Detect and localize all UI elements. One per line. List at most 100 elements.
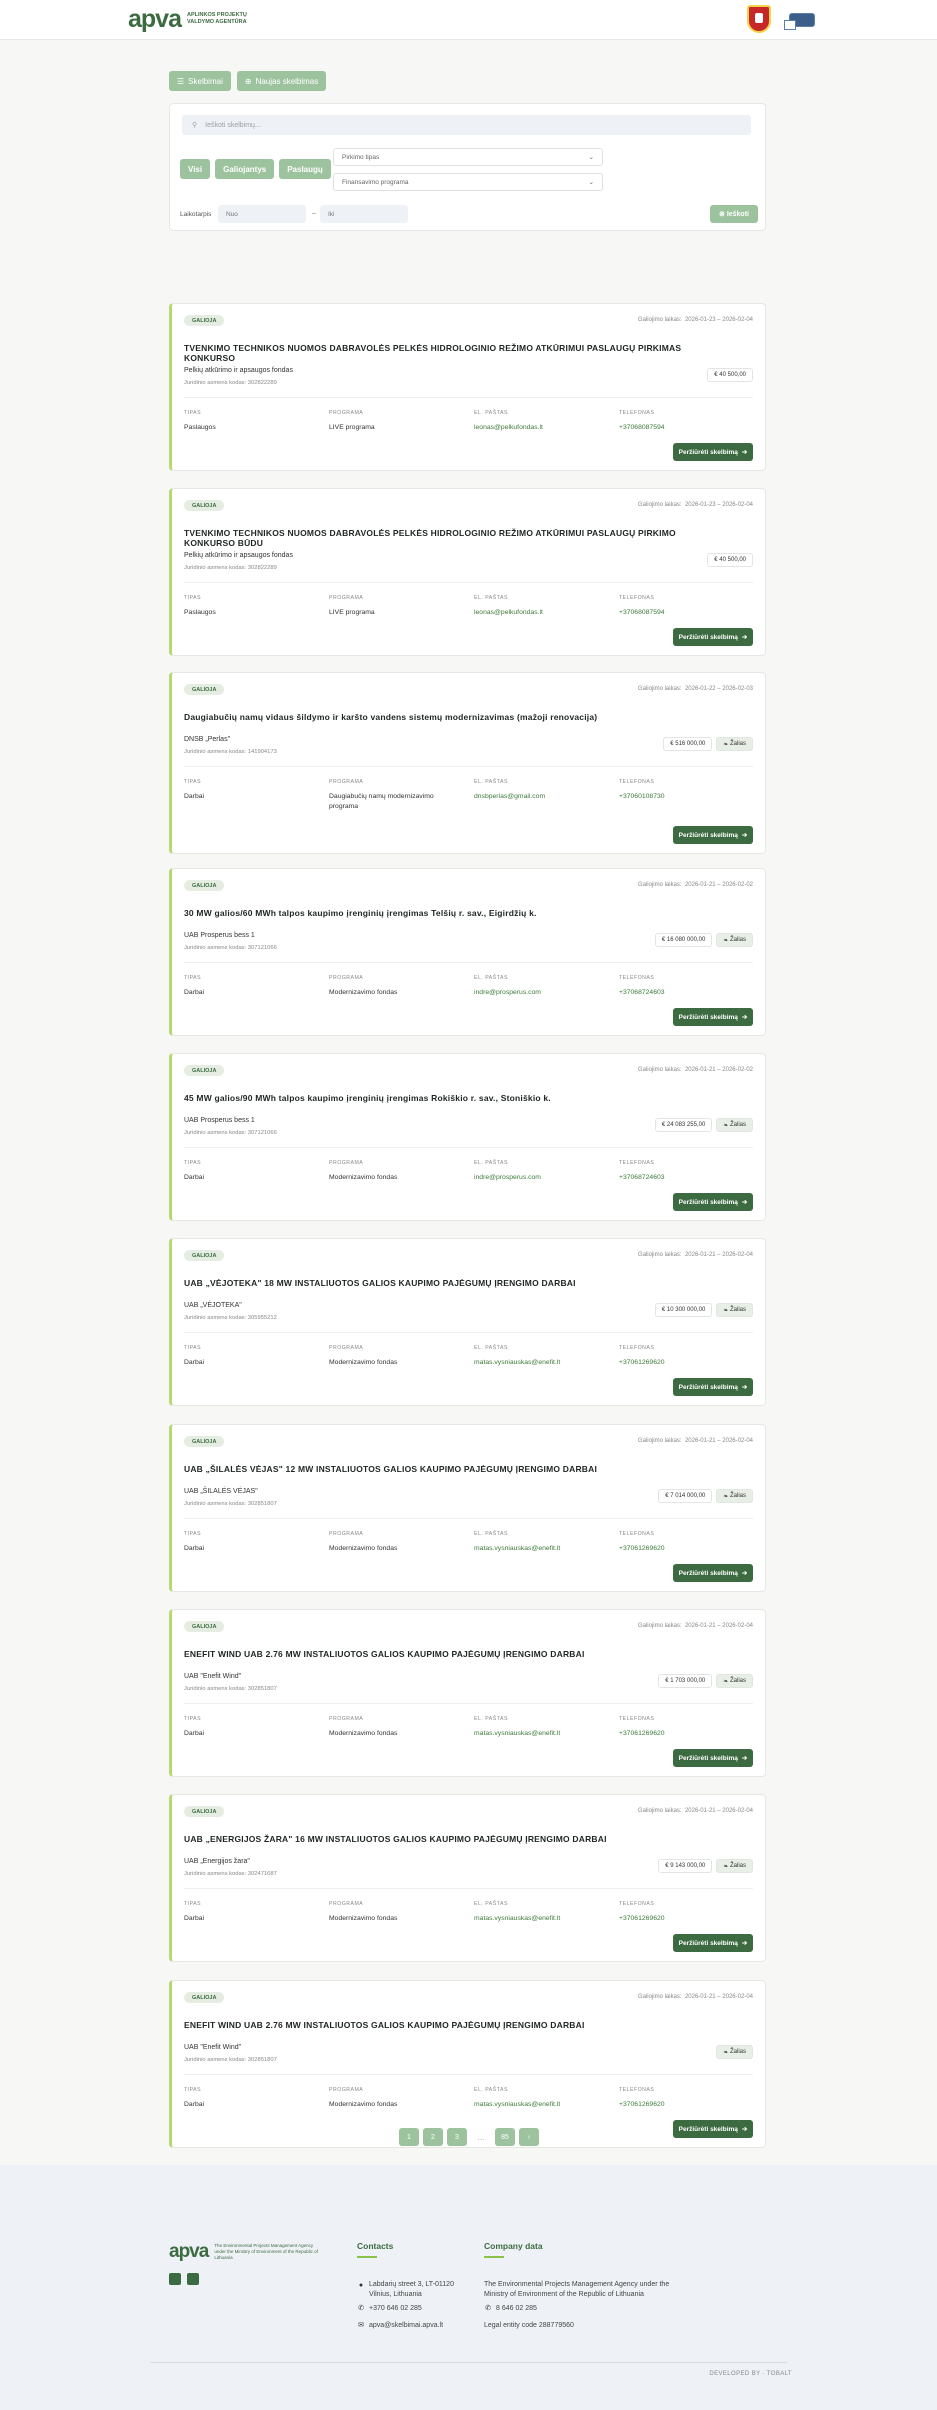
phone-link[interactable]: +37060108730 xyxy=(619,792,749,802)
phone-link[interactable]: +37061269620 xyxy=(619,1544,749,1554)
footer-phone[interactable]: +370 646 02 285 xyxy=(369,2304,422,2314)
announcement-title[interactable]: TVENKIMO TECHNIKOS NUOMOS DABRAVOLĖS PEL… xyxy=(184,343,724,363)
email-label: EL. PAŠTAS xyxy=(474,779,508,785)
next-page-button[interactable]: › xyxy=(519,2128,539,2146)
phone-link[interactable]: +37068724603 xyxy=(619,988,749,998)
phone-link[interactable]: +37061269620 xyxy=(619,1358,749,1368)
view-announcement-button[interactable]: Peržiūrėti skelbimą ➔ xyxy=(673,628,753,646)
deadline-value: 2026-01-21 – 2026-02-02 xyxy=(684,1067,753,1073)
tab-announcements[interactable]: ☰ Skelbimai xyxy=(169,71,231,91)
announcement-title[interactable]: TVENKIMO TECHNIKOS NUOMOS DABRAVOLĖS PEL… xyxy=(184,528,724,548)
deadline-label: Galiojimo laikas: xyxy=(637,1994,682,2000)
amount-tag: € 9 143 000,00 xyxy=(658,1859,713,1873)
view-button-label: Peržiūrėti skelbimą xyxy=(678,448,738,456)
status-badge: GALIOJA xyxy=(184,500,225,511)
email-link[interactable]: leonas@pelkufondas.lt xyxy=(474,608,604,618)
phone-link[interactable]: +37068724603 xyxy=(619,1173,749,1183)
organization-name: DNSB „Perlas" xyxy=(184,736,231,743)
page-3-button[interactable]: 3 xyxy=(447,2128,467,2146)
developer-credit[interactable]: DEVELOPED BY · TOBALT xyxy=(709,2371,792,2377)
search-input[interactable]: ⚲ Ieškoti skelbimų... xyxy=(182,115,751,135)
announcement-title[interactable]: 45 MW galios/90 MWh talpos kaupimo įreng… xyxy=(184,1093,724,1103)
email-link[interactable]: matas.vysniauskas@enefit.lt xyxy=(474,2100,604,2110)
filter-valid-button[interactable]: Galiojantys xyxy=(215,159,275,179)
announcement-title[interactable]: 30 MW galios/60 MWh talpos kaupimo įreng… xyxy=(184,908,724,918)
list-icon: ☰ xyxy=(177,76,185,86)
phone-link[interactable]: +37061269620 xyxy=(619,2100,749,2110)
facebook-icon[interactable] xyxy=(169,2273,181,2285)
leaf-icon: ❧ xyxy=(723,1863,730,1870)
program-value: Modernizavimo fondas xyxy=(329,989,398,996)
view-announcement-button[interactable]: Peržiūrėti skelbimą ➔ xyxy=(673,2120,753,2138)
view-announcement-button[interactable]: Peržiūrėti skelbimą ➔ xyxy=(673,1193,753,1211)
page-1-button[interactable]: 1 xyxy=(399,2128,419,2146)
view-announcement-button[interactable]: Peržiūrėti skelbimą ➔ xyxy=(673,1008,753,1026)
view-announcement-button[interactable]: Peržiūrėti skelbimą ➔ xyxy=(673,443,753,461)
search-button[interactable]: ⊗ Ieškoti xyxy=(710,205,758,223)
email-label: EL. PAŠTAS xyxy=(474,1901,508,1907)
select-value: Pirkimo tipas xyxy=(342,153,380,161)
view-announcement-button[interactable]: Peržiūrėti skelbimą ➔ xyxy=(673,826,753,844)
program-value: LIVE programa xyxy=(329,609,375,616)
green-procurement-tag: ❧ Žalias xyxy=(716,1303,753,1317)
filter-all-button[interactable]: Visi xyxy=(180,159,211,179)
last-page-button[interactable]: 85 xyxy=(495,2128,515,2146)
deadline-label: Galiojimo laikas: xyxy=(637,1067,682,1073)
funding-program-select[interactable]: Finansavimo programa ⌄ xyxy=(333,173,603,191)
announcement-title[interactable]: UAB „ŠILALĖS VĖJAS" 12 MW INSTALIUOTOS G… xyxy=(184,1464,724,1474)
view-button-label: Peržiūrėti skelbimą xyxy=(678,2125,738,2133)
footer-email[interactable]: apva@skelbimai.apva.lt xyxy=(369,2321,443,2331)
view-announcement-button[interactable]: Peržiūrėti skelbimą ➔ xyxy=(673,1564,753,1582)
phone-label: TELEFONAS xyxy=(619,779,655,785)
email-link[interactable]: indre@prosperus.com xyxy=(474,1173,604,1183)
email-link[interactable]: indre@prosperus.com xyxy=(474,988,604,998)
email-label: EL. PAŠTAS xyxy=(474,1160,508,1166)
logo-subtitle: APLINKOS PROJEKTŲ VALDYMO AGENTŪRA xyxy=(186,12,247,25)
company-phone[interactable]: 8 646 02 285 xyxy=(496,2304,537,2314)
phone-link[interactable]: +37061269620 xyxy=(619,1914,749,1924)
email-link[interactable]: matas.vysniauskas@enefit.lt xyxy=(474,1544,604,1554)
date-from-input[interactable]: Nuo xyxy=(218,205,306,223)
view-announcement-button[interactable]: Peržiūrėti skelbimą ➔ xyxy=(673,1378,753,1396)
view-button-label: Peržiūrėti skelbimą xyxy=(678,633,738,641)
email-link[interactable]: matas.vysniauskas@enefit.lt xyxy=(474,1729,604,1739)
announcement-title[interactable]: UAB „VĖJOTEKA" 18 MW INSTALIUOTOS GALIOS… xyxy=(184,1278,724,1288)
email-link[interactable]: matas.vysniauskas@enefit.lt xyxy=(474,1914,604,1924)
legal-code: Juridinio asmens kodas: 307121066 xyxy=(184,1130,277,1136)
footer-logo[interactable]: apva The Environmental Projects Manageme… xyxy=(169,2239,324,2265)
email-link[interactable]: matas.vysniauskas@enefit.lt xyxy=(474,1358,604,1368)
leaf-icon: ❧ xyxy=(723,1493,730,1500)
card-tags: ❧ Žalias xyxy=(716,2045,753,2059)
apva-logo[interactable]: apva APLINKOS PROJEKTŲ VALDYMO AGENTŪRA xyxy=(128,6,257,32)
announcement-title[interactable]: UAB „ENERGIJOS ŽARA" 16 MW INSTALIUOTOS … xyxy=(184,1834,724,1844)
phone-link[interactable]: +37068087594 xyxy=(619,608,749,618)
green-tag-label: Žalias xyxy=(729,1678,746,1684)
phone-label: TELEFONAS xyxy=(619,1345,655,1351)
date-to-input[interactable]: Iki xyxy=(320,205,408,223)
filter-services-button[interactable]: Paslaugų xyxy=(279,159,331,179)
announcement-card: GALIOJA Galiojimo laikas: 2026-01-21 – 2… xyxy=(169,1424,766,1592)
email-link[interactable]: dnsbperlas@gmail.com xyxy=(474,792,604,802)
announcement-title[interactable]: ENEFIT WIND UAB 2.76 MW INSTALIUOTOS GAL… xyxy=(184,1649,724,1659)
program-label: PROGRAMA xyxy=(329,595,364,601)
announcement-title[interactable]: Daugiabučių namų vidaus šildymo ir karšt… xyxy=(184,712,724,722)
email-link[interactable]: leonas@pelkufondas.lt xyxy=(474,423,604,433)
procurement-type-select[interactable]: Pirkimo tipas ⌄ xyxy=(333,148,603,166)
amount-tag: € 1 703 000,00 xyxy=(658,1674,713,1688)
phone-link[interactable]: +37068087594 xyxy=(619,423,749,433)
view-announcement-button[interactable]: Peržiūrėti skelbimą ➔ xyxy=(673,1749,753,1767)
phone-link[interactable]: +37061269620 xyxy=(619,1729,749,1739)
card-divider xyxy=(184,1703,753,1704)
filter-panel: ⚲ Ieškoti skelbimų... Visi Galiojantys Pa… xyxy=(169,103,766,231)
language-flag-icon[interactable] xyxy=(784,13,815,30)
page-2-button[interactable]: 2 xyxy=(423,2128,443,2146)
tab-new-announcement[interactable]: ⊕ Naujas skelbimas xyxy=(236,71,327,91)
view-button-label: Peržiūrėti skelbimą xyxy=(678,1013,738,1021)
announcement-title[interactable]: ENEFIT WIND UAB 2.76 MW INSTALIUOTOS GAL… xyxy=(184,2020,724,2030)
linkedin-icon[interactable] xyxy=(187,2273,199,2285)
legal-code: Juridinio asmens kodas: 302851807 xyxy=(184,1501,277,1507)
green-procurement-tag: ❧ Žalias xyxy=(716,1489,753,1503)
view-announcement-button[interactable]: Peržiūrėti skelbimą ➔ xyxy=(673,1934,753,1952)
card-divider xyxy=(184,962,753,963)
status-badge: GALIOJA xyxy=(184,1621,225,1632)
